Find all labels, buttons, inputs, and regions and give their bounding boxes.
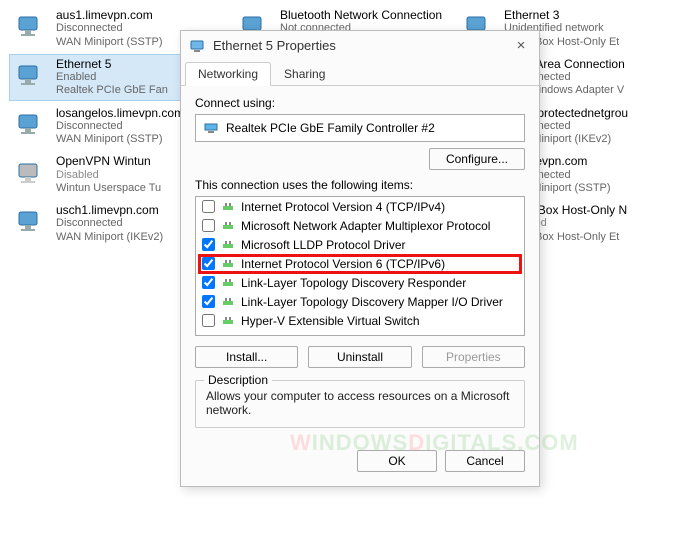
item-label: Internet Protocol Version 4 (TCP/IPv4) (241, 200, 445, 214)
item-label: Link-Layer Topology Discovery Mapper I/O… (241, 295, 503, 309)
close-icon[interactable]: × (511, 37, 531, 54)
adapter-status: Disconnected (56, 120, 184, 133)
protocol-icon (221, 257, 235, 271)
item-checkbox[interactable] (202, 276, 215, 289)
adapter-icon (14, 59, 50, 95)
nic-icon (204, 121, 218, 135)
description-group: Description Allows your computer to acce… (195, 380, 525, 428)
adapter-status: Disconnected (56, 217, 163, 230)
protocol-icon (221, 295, 235, 309)
connect-using-value: Realtek PCIe GbE Family Controller #2 (226, 121, 435, 135)
adapter-icon (14, 108, 50, 144)
protocol-icon (221, 219, 235, 233)
items-listbox[interactable]: Internet Protocol Version 4 (TCP/IPv4) Mi… (195, 196, 525, 336)
adapter-status: Enabled (56, 71, 168, 84)
item-checkbox[interactable] (202, 314, 215, 327)
description-legend: Description (204, 373, 272, 387)
cancel-button[interactable]: Cancel (445, 450, 525, 472)
titlebar: Ethernet 5 Properties × (181, 31, 539, 60)
item-checkbox[interactable] (202, 219, 215, 232)
connect-using-field: Realtek PCIe GbE Family Controller #2 (195, 114, 525, 142)
protocol-icon (221, 238, 235, 252)
adapter-device: Wintun Userspace Tu (56, 182, 161, 195)
properties-dialog: Ethernet 5 Properties × Networking Shari… (180, 30, 540, 487)
uninstall-button[interactable]: Uninstall (308, 346, 411, 368)
adapter-device: Realtek PCIe GbE Fan (56, 84, 168, 97)
connection-item[interactable]: Microsoft LLDP Protocol Driver (196, 235, 524, 254)
tab-sharing[interactable]: Sharing (271, 62, 338, 85)
item-checkbox[interactable] (202, 295, 215, 308)
item-label: Microsoft Network Adapter Multiplexor Pr… (241, 219, 490, 233)
adapter-name: Ethernet 3 (504, 8, 619, 22)
connection-item[interactable]: Link-Layer Topology Discovery Responder (196, 273, 524, 292)
connection-item[interactable]: Internet Protocol Version 6 (TCP/IPv6) (196, 254, 524, 273)
adapter-status: Disconnected (56, 22, 163, 35)
adapter-status: Disabled (56, 169, 161, 182)
dialog-title: Ethernet 5 Properties (213, 38, 511, 53)
protocol-icon (221, 276, 235, 290)
adapter-name: aus1.limevpn.com (56, 8, 163, 22)
adapter-device: WAN Miniport (SSTP) (56, 133, 184, 146)
item-label: Internet Protocol Version 6 (TCP/IPv6) (241, 257, 445, 271)
connection-item[interactable]: Link-Layer Topology Discovery Mapper I/O… (196, 292, 524, 311)
adapter-name: usch1.limevpn.com (56, 203, 163, 217)
item-checkbox[interactable] (202, 257, 215, 270)
adapter-name: OpenVPN Wintun (56, 154, 161, 168)
item-label: Hyper-V Extensible Virtual Switch (241, 314, 420, 328)
protocol-icon (221, 200, 235, 214)
adapter-device: WAN Miniport (SSTP) (56, 36, 163, 49)
adapter-name: Bluetooth Network Connection (280, 8, 450, 22)
adapter-icon (14, 205, 50, 241)
tab-networking[interactable]: Networking (185, 62, 271, 86)
configure-button[interactable]: Configure... (429, 148, 525, 170)
network-icon (189, 38, 205, 54)
connection-item[interactable]: Hyper-V Extensible Virtual Switch (196, 311, 524, 330)
install-button[interactable]: Install... (195, 346, 298, 368)
protocol-icon (221, 314, 235, 328)
description-text: Allows your computer to access resources… (206, 389, 514, 417)
adapter-name: Ethernet 5 (56, 57, 168, 71)
adapter-device: WAN Miniport (IKEv2) (56, 231, 163, 244)
connection-item[interactable]: Microsoft Network Adapter Multiplexor Pr… (196, 216, 524, 235)
tabs: Networking Sharing (181, 62, 539, 86)
connection-item[interactable]: Internet Protocol Version 4 (TCP/IPv4) (196, 197, 524, 216)
item-checkbox[interactable] (202, 200, 215, 213)
adapter-icon (14, 157, 50, 193)
item-label: Link-Layer Topology Discovery Responder (241, 276, 466, 290)
connect-using-label: Connect using: (195, 96, 525, 110)
items-label: This connection uses the following items… (195, 178, 525, 192)
properties-button: Properties (422, 346, 525, 368)
item-label: Microsoft LLDP Protocol Driver (241, 238, 406, 252)
adapter-icon (14, 10, 50, 46)
item-checkbox[interactable] (202, 238, 215, 251)
ok-button[interactable]: OK (357, 450, 437, 472)
adapter-name: losangelos.limevpn.com (56, 106, 184, 120)
